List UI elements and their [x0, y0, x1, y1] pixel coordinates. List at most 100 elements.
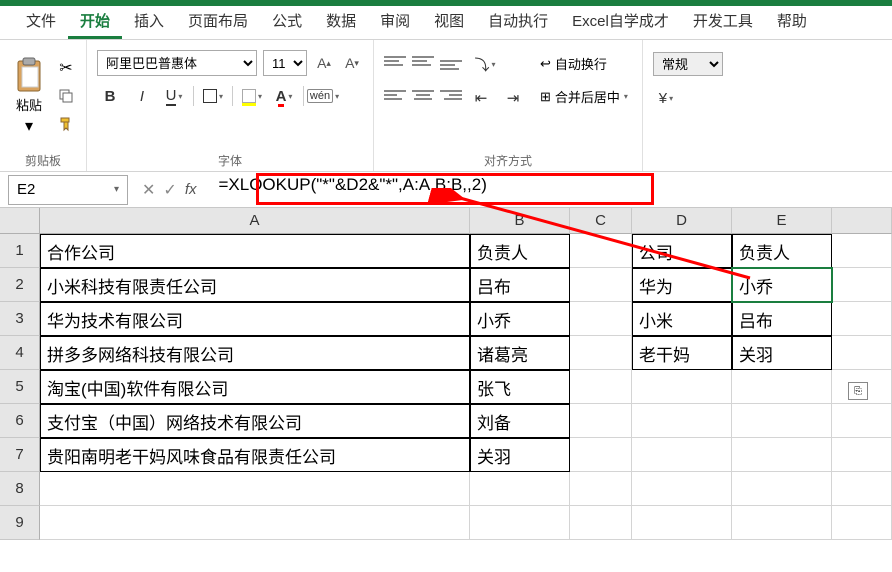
- cell[interactable]: 老干妈: [632, 336, 732, 370]
- cell[interactable]: [570, 506, 632, 540]
- cell[interactable]: [632, 370, 732, 404]
- copy-icon[interactable]: [56, 86, 76, 106]
- cell[interactable]: [832, 404, 892, 438]
- tab-file[interactable]: 文件: [14, 4, 68, 39]
- formula-input[interactable]: =XLOOKUP("*"&D2&"*",A:A,B:B,,2): [210, 175, 892, 205]
- smart-tag-icon[interactable]: ⎘: [848, 382, 868, 400]
- col-header-B[interactable]: B: [470, 208, 570, 234]
- cell[interactable]: [570, 234, 632, 268]
- cell[interactable]: 华为技术有限公司: [40, 302, 470, 336]
- tab-formulas[interactable]: 公式: [260, 4, 314, 39]
- row-header[interactable]: 5: [0, 370, 40, 404]
- align-left-icon[interactable]: [384, 86, 406, 104]
- cell[interactable]: [832, 302, 892, 336]
- cell[interactable]: 支付宝（中国）网络技术有限公司: [40, 404, 470, 438]
- row-header[interactable]: 9: [0, 506, 40, 540]
- cell[interactable]: [470, 472, 570, 506]
- row-header[interactable]: 7: [0, 438, 40, 472]
- cell[interactable]: [570, 472, 632, 506]
- col-header-C[interactable]: C: [570, 208, 632, 234]
- row-header[interactable]: 3: [0, 302, 40, 336]
- cell[interactable]: [732, 506, 832, 540]
- font-name-select[interactable]: 阿里巴巴普惠体: [97, 50, 257, 76]
- wrap-text-button[interactable]: ↩ 自动换行: [536, 52, 632, 75]
- tab-help[interactable]: 帮助: [765, 4, 819, 39]
- cell[interactable]: 关羽: [470, 438, 570, 472]
- tab-home[interactable]: 开始: [68, 4, 122, 39]
- cell[interactable]: [632, 404, 732, 438]
- col-header-E[interactable]: E: [732, 208, 832, 234]
- cell[interactable]: [40, 506, 470, 540]
- cell[interactable]: [632, 506, 732, 540]
- cell[interactable]: [40, 472, 470, 506]
- font-size-select[interactable]: 11: [263, 50, 307, 76]
- cell[interactable]: [732, 438, 832, 472]
- number-format-select[interactable]: 常规: [653, 52, 723, 76]
- cell[interactable]: 小米: [632, 302, 732, 336]
- border-button[interactable]: ▾: [200, 84, 226, 108]
- select-all-corner[interactable]: [0, 208, 40, 234]
- cell[interactable]: [732, 404, 832, 438]
- cell[interactable]: [832, 268, 892, 302]
- cell[interactable]: [570, 404, 632, 438]
- cell[interactable]: 小乔: [470, 302, 570, 336]
- cell[interactable]: [570, 302, 632, 336]
- tab-review[interactable]: 审阅: [368, 4, 422, 39]
- cell[interactable]: 刘备: [470, 404, 570, 438]
- col-header-A[interactable]: A: [40, 208, 470, 234]
- decrease-font-icon[interactable]: A▾: [341, 52, 363, 74]
- cell[interactable]: [570, 370, 632, 404]
- increase-indent-icon[interactable]: ⇥: [500, 86, 526, 110]
- cell[interactable]: [832, 336, 892, 370]
- cell[interactable]: 关羽: [732, 336, 832, 370]
- row-header[interactable]: 8: [0, 472, 40, 506]
- cell[interactable]: [732, 370, 832, 404]
- cell[interactable]: [732, 472, 832, 506]
- cell[interactable]: 拼多多网络科技有限公司: [40, 336, 470, 370]
- cell[interactable]: [570, 268, 632, 302]
- align-middle-icon[interactable]: [412, 52, 434, 70]
- name-box[interactable]: E2 ▾: [8, 175, 128, 205]
- tab-insert[interactable]: 插入: [122, 4, 176, 39]
- cell[interactable]: [632, 472, 732, 506]
- cancel-formula-icon[interactable]: ✕: [142, 180, 155, 200]
- cell[interactable]: 吕布: [470, 268, 570, 302]
- cell[interactable]: [832, 438, 892, 472]
- cell[interactable]: [832, 234, 892, 268]
- cell[interactable]: 公司: [632, 234, 732, 268]
- tab-custom[interactable]: Excel自学成才: [560, 4, 681, 39]
- font-color-button[interactable]: A▾: [271, 84, 297, 108]
- tab-automate[interactable]: 自动执行: [476, 4, 560, 39]
- cell[interactable]: [832, 472, 892, 506]
- cell[interactable]: [570, 336, 632, 370]
- underline-button[interactable]: U▾: [161, 84, 187, 108]
- row-header[interactable]: 1: [0, 234, 40, 268]
- paste-button[interactable]: 粘贴 ▾: [10, 55, 48, 138]
- cell[interactable]: [470, 506, 570, 540]
- cell[interactable]: 贵阳南明老干妈风味食品有限责任公司: [40, 438, 470, 472]
- format-painter-icon[interactable]: [56, 114, 76, 134]
- fill-color-button[interactable]: ▾: [239, 84, 265, 108]
- italic-button[interactable]: I: [129, 84, 155, 108]
- cell[interactable]: [570, 438, 632, 472]
- align-right-icon[interactable]: [440, 86, 462, 104]
- row-header[interactable]: 4: [0, 336, 40, 370]
- increase-font-icon[interactable]: A▴: [313, 52, 335, 74]
- row-header[interactable]: 2: [0, 268, 40, 302]
- bold-button[interactable]: B: [97, 84, 123, 108]
- cell[interactable]: 负责人: [470, 234, 570, 268]
- cell[interactable]: [632, 438, 732, 472]
- decrease-indent-icon[interactable]: ⇤: [468, 86, 494, 110]
- tab-developer[interactable]: 开发工具: [681, 4, 765, 39]
- align-bottom-icon[interactable]: [440, 52, 462, 70]
- tab-layout[interactable]: 页面布局: [176, 4, 260, 39]
- cell[interactable]: 合作公司: [40, 234, 470, 268]
- cell[interactable]: 诸葛亮: [470, 336, 570, 370]
- tab-view[interactable]: 视图: [422, 4, 476, 39]
- orientation-button[interactable]: ⤵▾: [472, 52, 498, 76]
- tab-data[interactable]: 数据: [314, 4, 368, 39]
- cell[interactable]: 负责人: [732, 234, 832, 268]
- cut-icon[interactable]: ✂: [56, 58, 76, 78]
- enter-formula-icon[interactable]: ✓: [163, 180, 176, 200]
- cell[interactable]: 吕布: [732, 302, 832, 336]
